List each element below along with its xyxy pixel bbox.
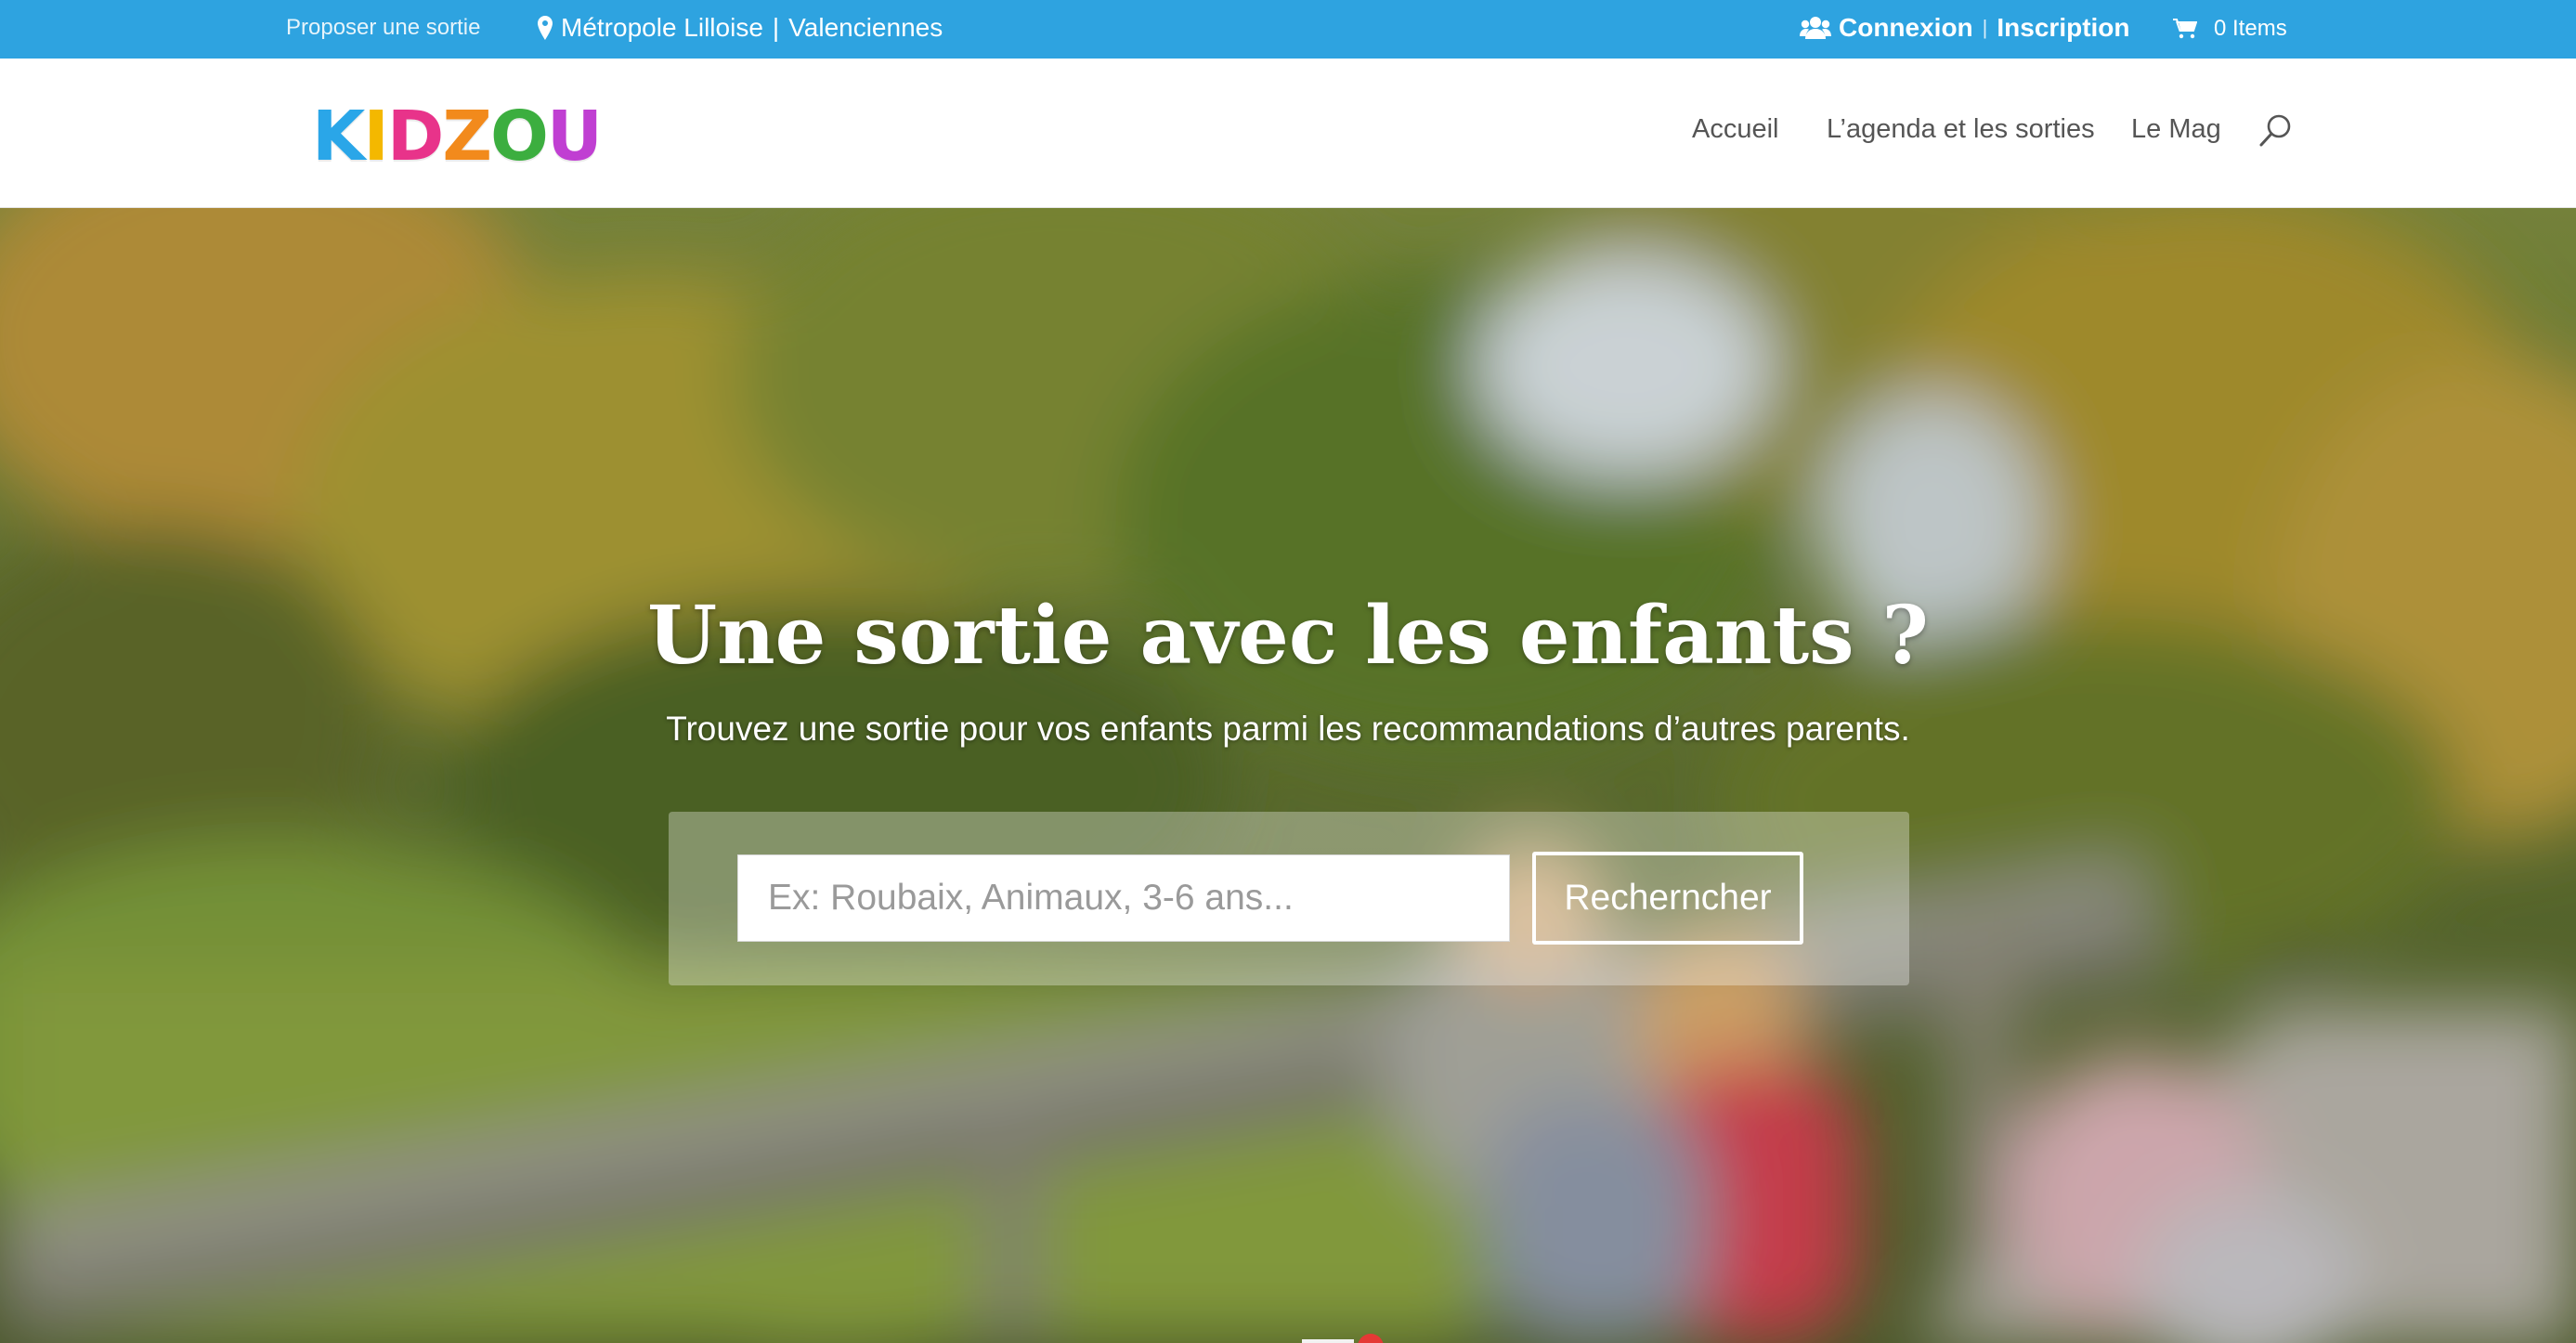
cart-link[interactable]: 0 Items: [2173, 0, 2287, 58]
register-link[interactable]: Inscription: [1997, 13, 2129, 43]
nav-item-le-mag[interactable]: Le Mag: [2131, 114, 2221, 145]
slider-indicator: [1302, 1339, 1354, 1343]
location-selector: Métropole Lilloise | Valenciennes: [537, 0, 943, 56]
hero-search-form: Recherncher: [669, 812, 1909, 985]
location-metropole-lilloise-link[interactable]: Métropole Lilloise: [561, 13, 763, 43]
map-pin-icon: [538, 16, 553, 40]
hero-background-image: [0, 208, 2576, 1343]
main-nav: Accueil L’agenda et les sorties Le Mag: [0, 59, 2576, 208]
hero-section: Une sortie avec les enfants ? Trouvez un…: [0, 208, 2576, 1343]
auth-links: Connexion | Inscription: [1800, 0, 2130, 56]
login-link[interactable]: Connexion: [1839, 13, 1973, 43]
nav-item-accueil[interactable]: Accueil: [1692, 114, 1779, 145]
propose-outing-link[interactable]: Proposer une sortie: [286, 0, 480, 56]
search-icon: [2259, 114, 2291, 147]
top-bar: Proposer une sortie Métropole Lilloise |…: [0, 0, 2576, 59]
users-icon: [1800, 17, 1831, 39]
location-valenciennes-link[interactable]: Valenciennes: [788, 13, 943, 43]
search-button[interactable]: Recherncher: [1532, 852, 1803, 945]
hero-title: Une sortie avec les enfants ?: [647, 589, 1929, 683]
site-header: KIDZOU Accueil L’agenda et les sorties L…: [0, 59, 2576, 208]
location-separator: |: [772, 13, 780, 42]
auth-separator: |: [1982, 16, 1988, 39]
cart-items-count: 0 Items: [2214, 16, 2287, 41]
search-input[interactable]: [737, 854, 1510, 942]
shopping-cart-icon: [2173, 19, 2197, 39]
nav-search-button[interactable]: [2257, 112, 2294, 150]
hero-subtitle: Trouvez une sortie pour vos enfants parm…: [666, 710, 1910, 748]
nav-item-agenda[interactable]: L’agenda et les sorties: [1827, 114, 2095, 145]
